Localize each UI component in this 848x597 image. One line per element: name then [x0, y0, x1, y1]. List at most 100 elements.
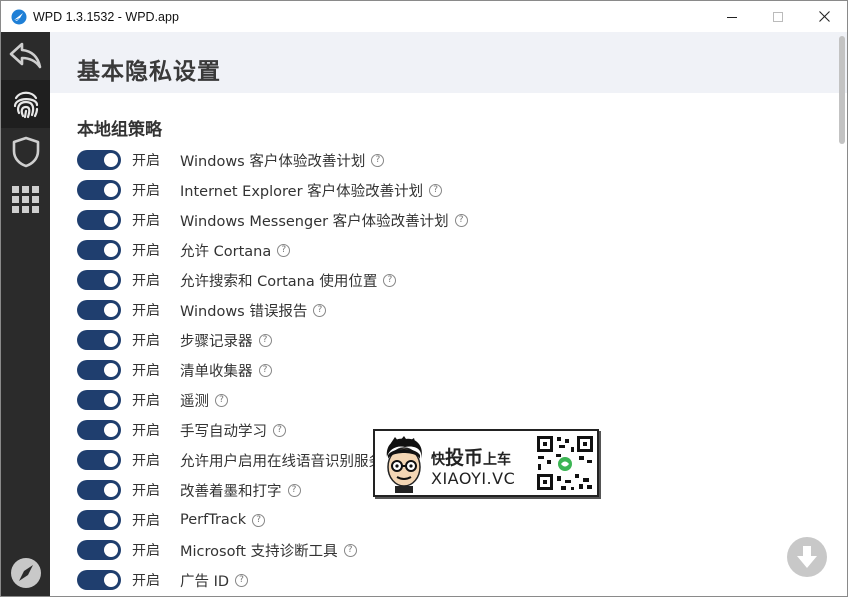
toggle-switch[interactable]	[77, 450, 121, 470]
toggle-knob	[104, 393, 118, 407]
watermark-prefix: 快	[431, 452, 445, 468]
setting-label: 改善着墨和打字	[180, 483, 282, 500]
page-title: 基本隐私设置	[77, 59, 221, 85]
help-icon[interactable]: ?	[371, 153, 385, 167]
fingerprint-icon	[13, 91, 38, 119]
title-bar: WPD 1.3.1532 - WPD.app	[1, 1, 847, 32]
toggle-switch[interactable]	[77, 180, 121, 200]
setting-row: 开启 广告 ID?	[77, 565, 468, 595]
toggle-switch[interactable]	[77, 420, 121, 440]
arrow-down-icon	[797, 546, 817, 568]
qr-code-icon	[535, 434, 595, 492]
toggle-switch[interactable]	[77, 570, 121, 590]
toggle-knob	[104, 333, 118, 347]
setting-label: PerfTrack	[180, 512, 247, 528]
toggle-state-label: 开启	[132, 183, 160, 199]
toggle-knob	[104, 423, 118, 437]
toggle-switch[interactable]	[77, 330, 121, 350]
toggle-state-label: 开启	[132, 153, 160, 169]
setting-label: 清单收集器	[180, 363, 253, 380]
help-icon[interactable]: ?	[313, 303, 327, 317]
watermark-suffix: 上车	[483, 452, 512, 468]
help-icon[interactable]: ?	[258, 363, 272, 377]
toggle-knob	[104, 303, 118, 317]
toggle-state-label: 开启	[132, 423, 160, 439]
setting-row: 开启 Windows 客户体验改善计划?	[77, 145, 468, 175]
setting-row: 开启 Windows Messenger 客户体验改善计划?	[77, 205, 468, 235]
watermark-brand-line1: 快投币上车	[431, 443, 511, 470]
toggle-switch[interactable]	[77, 360, 121, 380]
toggle-switch[interactable]	[77, 390, 121, 410]
help-icon[interactable]: ?	[235, 573, 249, 587]
maximize-button[interactable]	[755, 1, 801, 32]
toggle-knob	[104, 153, 118, 167]
help-icon[interactable]: ?	[454, 213, 468, 227]
toggle-knob	[104, 183, 118, 197]
help-icon[interactable]: ?	[343, 543, 357, 557]
toggle-switch[interactable]	[77, 480, 121, 500]
setting-label: Internet Explorer 客户体验改善计划	[180, 183, 424, 200]
scrollbar[interactable]	[839, 34, 845, 595]
toggle-state-label: 开启	[132, 453, 160, 469]
toggle-knob	[104, 363, 118, 377]
toggle-switch[interactable]	[77, 540, 121, 560]
setting-label: 允许用户启用在线语音识别服务	[180, 453, 383, 470]
sidebar-item-privacy[interactable]	[1, 80, 50, 128]
close-icon	[818, 11, 830, 22]
setting-label: Windows Messenger 客户体验改善计划	[180, 213, 449, 230]
toggle-knob	[104, 483, 118, 497]
section-title: 本地组策略	[77, 120, 162, 140]
help-icon[interactable]: ?	[273, 423, 286, 437]
minimize-button[interactable]	[709, 1, 755, 32]
shield-icon	[12, 136, 39, 168]
compass-icon	[10, 558, 41, 588]
toggle-state-label: 开启	[132, 483, 160, 499]
window-controls	[709, 1, 847, 32]
toggle-switch[interactable]	[77, 510, 121, 530]
apps-grid-icon	[11, 186, 39, 213]
toggle-knob	[104, 213, 118, 227]
toggle-switch[interactable]	[77, 270, 121, 290]
watermark-badge: 快投币上车 XIAOYI.VC	[373, 429, 599, 497]
setting-row: 开启 PerfTrack?	[77, 505, 468, 535]
help-icon[interactable]: ?	[252, 513, 266, 527]
sidebar-item-back[interactable]	[1, 32, 50, 80]
help-icon[interactable]: ?	[429, 183, 443, 197]
toggle-state-label: 开启	[132, 273, 160, 289]
setting-label: 广告 ID	[180, 573, 230, 590]
toggle-state-label: 开启	[132, 363, 160, 379]
toggle-switch[interactable]	[77, 150, 121, 170]
setting-label: 遥测	[180, 393, 209, 410]
setting-row: 开启 允许 Cortana?	[77, 235, 468, 265]
watermark-domain: XIAOYI.VC	[431, 469, 516, 488]
sidebar-item-apps[interactable]	[1, 176, 50, 224]
help-icon[interactable]: ?	[215, 393, 228, 407]
sidebar-item-about[interactable]	[1, 549, 50, 596]
toggle-state-label: 开启	[132, 303, 160, 319]
toggle-knob	[104, 543, 118, 557]
setting-row: 开启 步骤记录器?	[77, 325, 468, 355]
toggle-state-label: 开启	[132, 513, 160, 529]
setting-label: Microsoft 支持诊断工具	[180, 543, 338, 560]
setting-row: 开启 遥测?	[77, 385, 468, 415]
sidebar	[1, 32, 50, 596]
settings-list: 开启 Windows 客户体验改善计划? 开启 Internet Explorer 客…	[77, 145, 468, 595]
setting-label: 手写自动学习	[180, 423, 267, 440]
toggle-knob	[104, 573, 118, 587]
toggle-switch[interactable]	[77, 210, 121, 230]
maximize-icon	[773, 11, 783, 22]
setting-label: Windows 客户体验改善计划	[180, 153, 366, 170]
toggle-switch[interactable]	[77, 240, 121, 260]
app-logo-icon	[11, 9, 27, 24]
cartoon-face-icon	[386, 436, 422, 493]
toggle-switch[interactable]	[77, 300, 121, 320]
scroll-down-button[interactable]	[787, 537, 827, 577]
sidebar-item-security[interactable]	[1, 128, 50, 176]
help-icon[interactable]: ?	[277, 243, 291, 257]
setting-label: Windows 错误报告	[180, 303, 308, 320]
help-icon[interactable]: ?	[258, 333, 272, 347]
close-button[interactable]	[801, 1, 847, 32]
scrollbar-thumb[interactable]	[839, 36, 845, 144]
help-icon[interactable]: ?	[287, 483, 301, 497]
help-icon[interactable]: ?	[383, 273, 397, 287]
